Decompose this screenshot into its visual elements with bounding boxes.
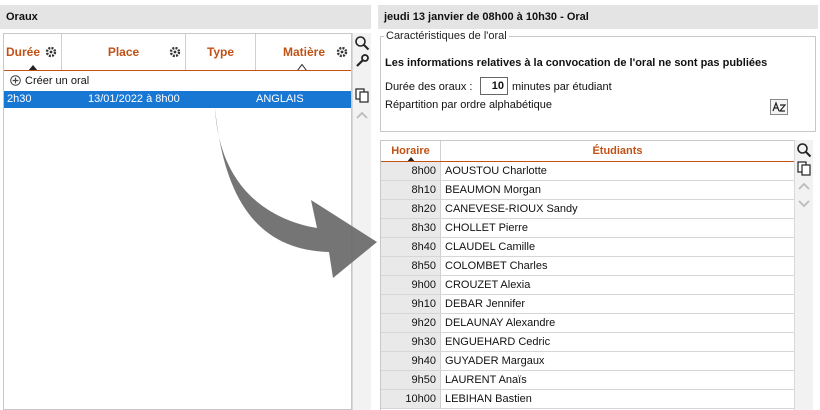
column-header-etudiants[interactable]: Étudiants: [441, 141, 794, 161]
column-label: Place: [107, 45, 140, 59]
cell-etudiant: CLAUDEL Camille: [445, 241, 536, 253]
column-label: Matière: [282, 45, 326, 59]
chevron-down-icon[interactable]: [796, 196, 812, 212]
table-row[interactable]: 9h00 CROUZET Alexia: [381, 276, 794, 295]
duration-label: Durée des oraux :: [385, 81, 473, 93]
students-table: Horaire Étudiants 8h00 AOUSTOU Charlotte 8…: [380, 140, 794, 410]
cell-duree: 2h30: [7, 93, 32, 105]
right-panel-title: jeudi 13 janvier de 08h00 à 10h30 - Oral: [378, 5, 818, 29]
cell-etudiant: GUYADER Margaux: [445, 355, 545, 367]
cell-horaire: 8h30: [381, 219, 441, 237]
cell-horaire: 10h00: [381, 390, 441, 408]
chevron-up-icon[interactable]: [796, 178, 812, 194]
gear-icon[interactable]: [45, 46, 57, 58]
publication-info: Les informations relatives à la convocat…: [385, 57, 768, 69]
cell-horaire: 8h00: [381, 162, 441, 180]
cell-etudiant: AOUSTOU Charlotte: [445, 165, 547, 177]
table-row[interactable]: 9h40 GUYADER Margaux: [381, 352, 794, 371]
cell-etudiant: CHOLLET Pierre: [445, 222, 528, 234]
cell-horaire: 9h40: [381, 352, 441, 370]
cell-place: 13/01/2022 à 8h00: [88, 93, 180, 105]
cell-etudiant: DELAUNAY Alexandre: [445, 317, 556, 329]
sort-az-icon[interactable]: [770, 99, 788, 115]
arrow-icon: [215, 108, 377, 278]
column-header-place[interactable]: Place: [62, 34, 186, 70]
cell-horaire: 9h30: [381, 333, 441, 351]
cell-etudiant: LAURENT Anaïs: [445, 374, 527, 386]
table-row[interactable]: 8h30 CHOLLET Pierre: [381, 219, 794, 238]
header-underline: [4, 70, 351, 71]
cell-horaire: 8h10: [381, 181, 441, 199]
column-label: Type: [206, 45, 235, 59]
left-panel-title: Oraux: [0, 5, 371, 29]
cell-etudiant: CROUZET Alexia: [445, 279, 531, 291]
search-icon[interactable]: [796, 142, 812, 158]
table-row[interactable]: 8h00 AOUSTOU Charlotte: [381, 162, 794, 181]
column-header-type[interactable]: Type: [186, 34, 256, 70]
duration-input[interactable]: 10: [480, 77, 508, 95]
cell-etudiant: CANEVESE-RIOUX Sandy: [445, 203, 578, 215]
right-toolbar: [794, 140, 813, 410]
search-icon[interactable]: [354, 35, 370, 51]
table-row[interactable]: 8h20 CANEVESE-RIOUX Sandy: [381, 200, 794, 219]
table-row[interactable]: 9h50 LAURENT Anaïs: [381, 371, 794, 390]
cell-etudiant: ENGUEHARD Cedric: [445, 336, 551, 348]
cell-horaire: 9h20: [381, 314, 441, 332]
table-row[interactable]: 8h50 COLOMBET Charles: [381, 257, 794, 276]
copy-icon[interactable]: [796, 160, 812, 176]
cell-etudiant: LEBIHAN Bastien: [445, 393, 532, 405]
distribution-label: Répartition par ordre alphabétique: [385, 99, 552, 111]
cell-horaire: 8h50: [381, 257, 441, 275]
cell-horaire: 8h20: [381, 200, 441, 218]
table-row[interactable]: 8h10 BEAUMON Morgan: [381, 181, 794, 200]
gear-icon[interactable]: [169, 46, 181, 58]
create-oral-button[interactable]: Créer un oral: [4, 72, 351, 90]
characteristics-legend: Caractéristiques de l'oral: [384, 30, 509, 42]
column-label: Durée: [6, 45, 41, 59]
cell-horaire: 9h00: [381, 276, 441, 294]
cell-horaire: 9h10: [381, 295, 441, 313]
table-row[interactable]: 9h30 ENGUEHARD Cedric: [381, 333, 794, 352]
duration-unit: minutes par étudiant: [512, 81, 612, 93]
cell-horaire: 9h50: [381, 371, 441, 389]
cell-horaire: 8h40: [381, 238, 441, 256]
cell-etudiant: COLOMBET Charles: [445, 260, 548, 272]
table-row[interactable]: 9h20 DELAUNAY Alexandre: [381, 314, 794, 333]
cell-etudiant: BEAUMON Morgan: [445, 184, 541, 196]
plus-circle-icon: [10, 75, 21, 86]
table-row[interactable]: 9h10 DEBAR Jennifer: [381, 295, 794, 314]
wrench-icon[interactable]: [354, 53, 370, 69]
create-oral-label: Créer un oral: [25, 75, 90, 87]
table-row[interactable]: 8h40 CLAUDEL Camille: [381, 238, 794, 257]
gear-icon[interactable]: [336, 46, 348, 58]
cell-etudiant: DEBAR Jennifer: [445, 298, 526, 310]
table-row[interactable]: 10h00 LEBIHAN Bastien: [381, 390, 794, 409]
